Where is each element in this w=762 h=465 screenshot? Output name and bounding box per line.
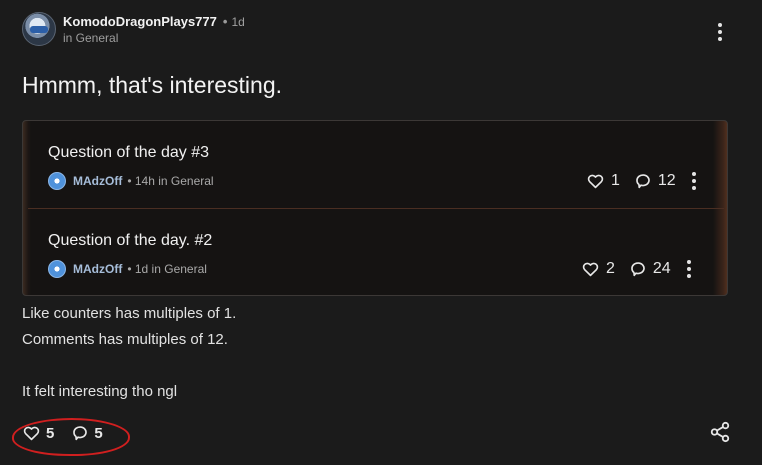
linked-post-time-category: 14h in General <box>134 174 214 188</box>
share-icon[interactable] <box>708 421 732 443</box>
linked-post-title[interactable]: Question of the day. #2 <box>48 232 212 250</box>
linked-post-time-category: 1d in General <box>134 262 207 276</box>
more-options-icon[interactable] <box>712 20 728 44</box>
post-title: Hmmm, that's interesting. <box>22 72 283 98</box>
linked-author-name[interactable]: MAdzOff <box>73 262 122 276</box>
linked-post-item[interactable]: Question of the day. #2 MAdzOff • 1d in … <box>23 209 729 296</box>
heart-icon[interactable] <box>581 260 600 278</box>
post-body-line: It felt interesting tho ngl <box>22 383 178 400</box>
linked-author-avatar[interactable] <box>48 172 66 190</box>
linked-post-title[interactable]: Question of the day #3 <box>48 144 209 162</box>
linked-posts: Question of the day #3 MAdzOff • 14h in … <box>22 120 728 296</box>
comment-icon[interactable] <box>71 424 89 442</box>
post-body-line: Like counters has multiples of 1. <box>22 305 237 322</box>
more-options-icon[interactable] <box>691 171 696 191</box>
heart-icon[interactable] <box>22 424 41 442</box>
comment-count: 24 <box>652 260 671 277</box>
separator-dot: • <box>222 14 228 29</box>
comment-icon[interactable] <box>629 260 647 278</box>
author-line: KomodoDragonPlays777 • 1d <box>63 14 245 29</box>
post-body-blank-line <box>22 353 236 379</box>
more-options-icon[interactable] <box>686 259 691 279</box>
separator-dot: • <box>127 262 135 276</box>
post-header: KomodoDragonPlays777 • 1d in General <box>22 12 742 48</box>
comment-count: 12 <box>657 172 676 189</box>
author-name[interactable]: KomodoDragonPlays777 <box>63 14 217 29</box>
linked-post-item[interactable]: Question of the day #3 MAdzOff • 14h in … <box>23 121 729 208</box>
post-category[interactable]: in General <box>63 31 118 45</box>
post-stats: 5 5 <box>22 423 120 443</box>
linked-post-stats: 2 24 <box>581 257 691 281</box>
linked-author-name[interactable]: MAdzOff <box>73 174 122 188</box>
post-body: Like counters has multiples of 1. Commen… <box>22 301 236 405</box>
comment-count: 5 <box>94 424 103 442</box>
linked-author-avatar[interactable] <box>48 260 66 278</box>
like-count: 1 <box>611 172 620 189</box>
post-time: 1d <box>231 15 245 29</box>
post-body-line: Comments has multiples of 12. <box>22 331 228 348</box>
heart-icon[interactable] <box>586 172 605 190</box>
author-avatar[interactable] <box>22 12 56 46</box>
like-count: 2 <box>606 260 615 277</box>
linked-post-meta: MAdzOff • 1d in General <box>48 260 207 278</box>
separator-dot: • <box>127 174 135 188</box>
comment-icon[interactable] <box>634 172 652 190</box>
linked-post-meta: MAdzOff • 14h in General <box>48 172 214 190</box>
linked-post-stats: 1 12 <box>586 169 696 193</box>
like-count: 5 <box>46 424 55 442</box>
